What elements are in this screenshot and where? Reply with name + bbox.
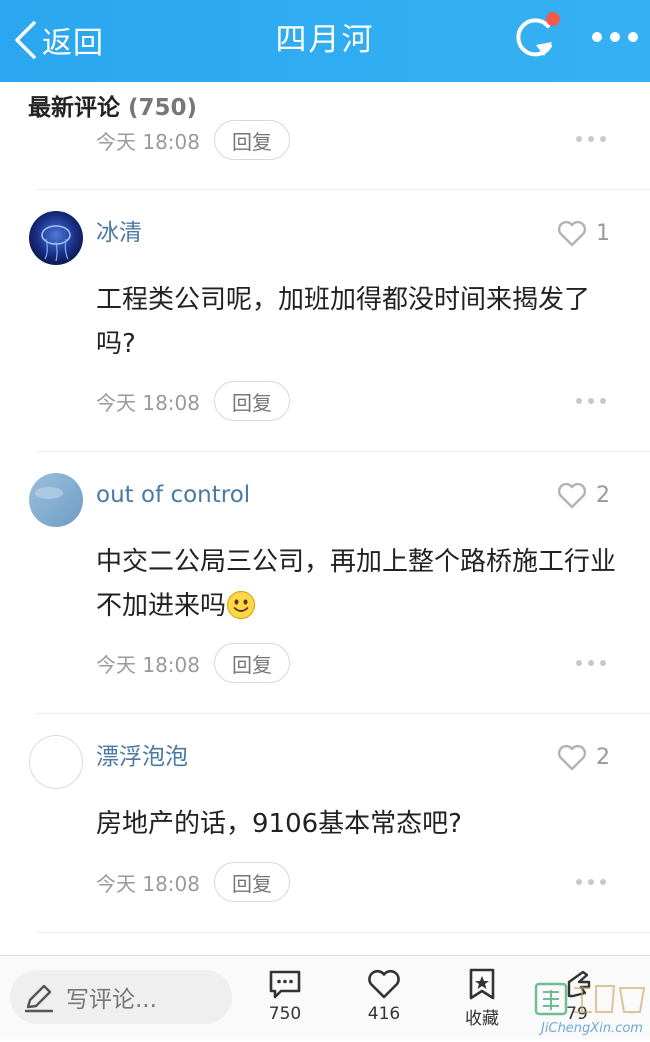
dot-icon — [610, 32, 620, 42]
dot-icon — [628, 32, 638, 42]
divider — [36, 451, 650, 452]
dot-icon — [588, 398, 594, 404]
reply-button[interactable]: 回复 — [214, 862, 290, 902]
dot-icon — [600, 398, 606, 404]
avatar[interactable] — [29, 735, 83, 789]
avatar[interactable] — [29, 473, 83, 527]
reply-button[interactable]: 回复 — [214, 381, 290, 421]
heart-icon — [557, 220, 587, 247]
dot-icon — [600, 879, 606, 885]
like-button[interactable]: 2 — [556, 740, 610, 774]
like-button[interactable]: 2 — [556, 478, 610, 512]
share-hand-icon — [567, 970, 591, 998]
heart-icon — [368, 969, 400, 999]
refresh-button[interactable] — [506, 12, 564, 64]
dot-icon — [600, 136, 606, 142]
comment-more-button[interactable] — [576, 877, 606, 887]
dot-icon — [576, 660, 582, 666]
write-comment-input[interactable]: 写评论... — [10, 970, 232, 1024]
like-button[interactable]: 1 — [556, 216, 610, 250]
divider — [36, 713, 650, 714]
favorite-label: 收藏 — [465, 1009, 499, 1029]
like-article-button[interactable]: 416 — [349, 966, 419, 1036]
comment-author-name[interactable]: out of control — [96, 480, 250, 510]
comment-meta: 今天 18:08 回复 — [96, 381, 290, 421]
pencil-icon — [24, 984, 54, 1013]
share-button[interactable]: 79 — [542, 966, 612, 1036]
comment-text-body: 中交二公局三公司，再加上整个路桥施工行业不加进来吗 — [96, 547, 617, 621]
section-title: 最新评论 (750) — [28, 88, 197, 122]
comment-total-count: (750) — [128, 95, 198, 121]
dot-icon — [592, 32, 602, 42]
sky-avatar-icon — [29, 473, 83, 527]
dot-icon — [588, 660, 594, 666]
comment-time: 今天 18:08 — [96, 129, 200, 154]
comment-author-name[interactable]: 漂浮泡泡 — [96, 742, 188, 772]
share-count: 79 — [566, 1004, 588, 1024]
comment-more-button[interactable] — [576, 658, 606, 668]
likes-count: 416 — [367, 1004, 401, 1024]
comments-button[interactable]: 750 — [250, 966, 320, 1036]
dot-icon — [600, 660, 606, 666]
comment-more-button[interactable] — [576, 134, 606, 144]
comment-meta: 今天 18:08 回复 — [96, 643, 290, 683]
dot-icon — [576, 136, 582, 142]
more-options-button[interactable] — [592, 22, 638, 52]
favorite-button[interactable]: 收藏 — [447, 966, 517, 1036]
comment-bubble-icon — [269, 970, 301, 999]
comment-text: 中交二公局三公司，再加上整个路桥施工行业不加进来吗 — [96, 540, 626, 628]
top-navigation-bar: 返回 四月河 — [0, 0, 650, 82]
dot-icon — [588, 879, 594, 885]
comment-time: 今天 18:08 — [96, 652, 200, 677]
heart-icon — [557, 482, 587, 509]
dot-icon — [588, 136, 594, 142]
jellyfish-avatar-icon — [29, 211, 83, 265]
bookmark-star-icon — [469, 968, 495, 1000]
comment-meta: 今天 18:08 回复 — [96, 862, 290, 902]
reply-button[interactable]: 回复 — [214, 120, 290, 160]
comment-author-name[interactable]: 冰清 — [96, 218, 142, 248]
partial-comment-meta: 今天 18:08 回复 — [96, 120, 290, 160]
divider — [36, 189, 650, 190]
dot-icon — [576, 879, 582, 885]
comments-count: 750 — [268, 1004, 302, 1024]
comment-text: 房地产的话，9106基本常态吧? — [96, 809, 462, 839]
comment-text: 工程类公司呢，加班加得都没时间来揭发了吗? — [96, 285, 591, 359]
divider — [36, 932, 650, 933]
write-comment-placeholder: 写评论... — [66, 987, 157, 1013]
notification-dot — [546, 12, 560, 26]
like-count: 2 — [596, 482, 610, 508]
comment-time: 今天 18:08 — [96, 390, 200, 415]
heart-icon — [557, 744, 587, 771]
section-title-label: 最新评论 — [28, 95, 120, 121]
dot-icon — [576, 398, 582, 404]
like-count: 1 — [596, 220, 610, 246]
reply-button[interactable]: 回复 — [214, 643, 290, 683]
avatar[interactable] — [29, 211, 83, 265]
comment-time: 今天 18:08 — [96, 871, 200, 896]
smile-emoji-icon — [226, 590, 256, 620]
comment-more-button[interactable] — [576, 396, 606, 406]
bottom-action-bar: 写评论... 750 416 收藏 79 — [0, 955, 650, 1039]
like-count: 2 — [596, 744, 610, 770]
